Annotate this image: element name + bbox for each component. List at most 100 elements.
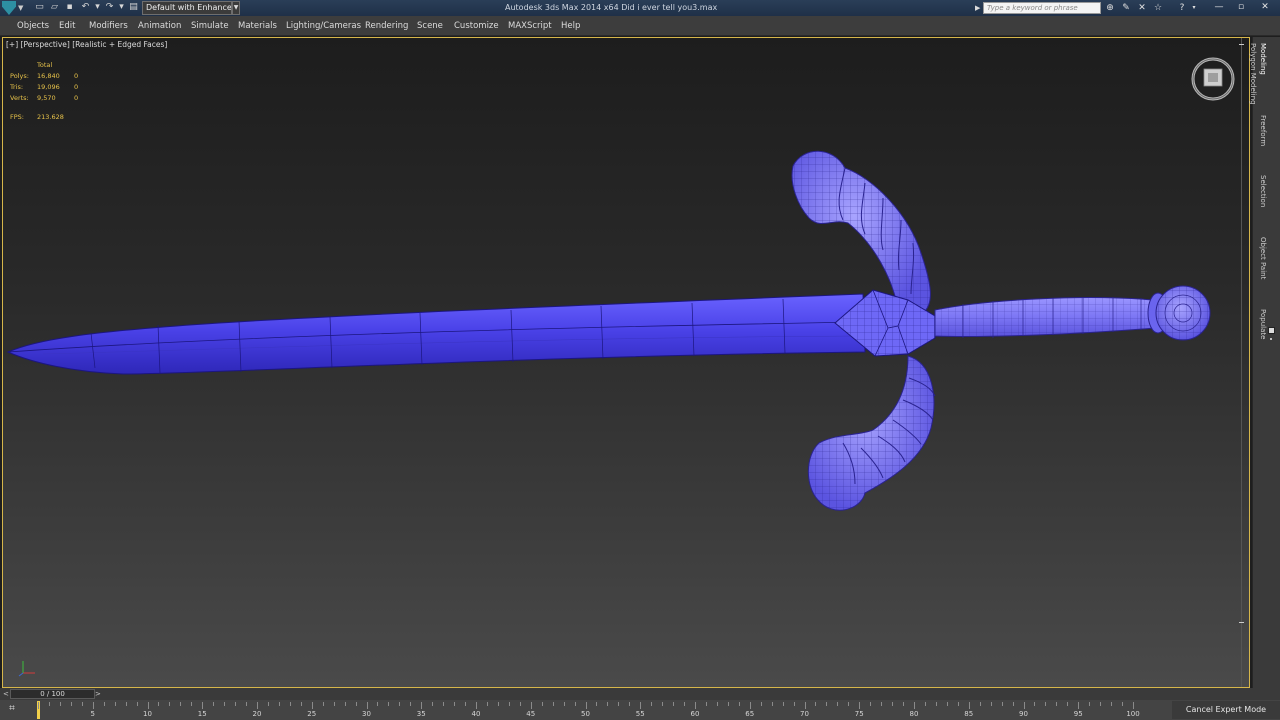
tools-icon[interactable]: ✎ [1120, 2, 1132, 14]
stats-label-tris: Tris: [10, 83, 24, 91]
subscription-icon[interactable]: ✕ [1136, 2, 1148, 14]
ruler-tick [519, 702, 521, 706]
ruler-tick [213, 702, 215, 706]
undo-icon[interactable]: ↶ [80, 2, 91, 13]
minimize-icon[interactable]: — [1208, 0, 1230, 16]
axis-gizmo-icon [18, 661, 35, 677]
search-input[interactable]: Type a keyword or phrase [983, 2, 1101, 14]
menu-edit[interactable]: Edit [59, 16, 75, 36]
maximize-icon[interactable]: ▫ [1230, 0, 1252, 16]
ruler-tick [979, 702, 981, 706]
time-slider[interactable]: 0 / 100 [10, 689, 95, 699]
viewport-shading-menu[interactable]: [Realistic + Edged Faces] [72, 40, 167, 49]
ruler-tick [508, 702, 510, 706]
viewport-general-menu[interactable]: [+] [6, 40, 18, 49]
app-menu-arrow-icon[interactable]: ▼ [18, 1, 27, 15]
ruler-tick [946, 702, 948, 706]
ruler-tick [924, 702, 926, 706]
redo-icon[interactable]: ↷ [104, 2, 115, 13]
menu-help[interactable]: Help [561, 16, 580, 36]
menu-lighting-cameras[interactable]: Lighting/Cameras [286, 16, 361, 36]
ruler-tick [355, 702, 357, 706]
ruler-tick [1001, 702, 1003, 706]
ruler-tick [1045, 702, 1047, 706]
binoculars-icon[interactable]: ⊕ [1104, 2, 1116, 14]
ribbon-pin-icon[interactable] [1268, 327, 1275, 334]
chevron-down-icon[interactable]: ▼ [232, 1, 240, 15]
open-file-icon[interactable]: ▱ [49, 2, 60, 13]
ruler-tick [640, 702, 642, 709]
ruler-tick [202, 702, 204, 709]
ruler-tick [552, 702, 554, 706]
tab-object-paint[interactable]: Object Paint [1255, 237, 1279, 287]
menu-maxscript[interactable]: MAXScript [508, 16, 552, 36]
redo-dropdown-icon[interactable]: ▾ [116, 2, 127, 13]
ruler-tick [935, 702, 937, 706]
menu-materials[interactable]: Materials [238, 16, 277, 36]
stats-value-polys: 16,840 [37, 72, 60, 80]
ruler-tick [38, 702, 39, 709]
viewcube-icon[interactable] [1190, 56, 1236, 102]
help-icon[interactable]: ? [1176, 2, 1188, 14]
ruler-tick [1133, 702, 1134, 709]
menu-animation[interactable]: Animation [138, 16, 181, 36]
menu-customize[interactable]: Customize [454, 16, 499, 36]
ruler-tick [793, 702, 795, 706]
ruler-tick [530, 702, 532, 709]
menu-modifiers[interactable]: Modifiers [89, 16, 128, 36]
app-logo-icon[interactable] [2, 1, 16, 15]
cancel-expert-mode-button[interactable]: Cancel Expert Mode [1172, 701, 1280, 719]
ruler-label: 45 [526, 710, 536, 718]
sword-model[interactable] [3, 38, 1250, 688]
ruler-tick [421, 702, 423, 709]
ruler-tick [169, 702, 171, 706]
time-next-icon[interactable]: > [95, 689, 103, 699]
ruler-tick [235, 702, 237, 706]
close-icon[interactable]: ✕ [1254, 0, 1276, 16]
menu-simulate[interactable]: Simulate [191, 16, 229, 36]
ruler-tick [574, 702, 576, 706]
tab-selection[interactable]: Selection [1255, 175, 1279, 215]
ruler-label: 65 [745, 710, 755, 718]
blade [6, 293, 866, 375]
new-file-icon[interactable]: ▭ [34, 2, 45, 13]
ruler-label: 10 [143, 710, 152, 718]
undo-dropdown-icon[interactable]: ▾ [92, 2, 103, 13]
ruler-label: 60 [690, 710, 700, 718]
perspective-viewport[interactable]: [+] [Perspective] [Realistic + Edged Fac… [2, 37, 1250, 688]
ruler-tick [629, 702, 631, 706]
viewport-point-of-view-menu[interactable]: [Perspective] [21, 40, 70, 49]
workspace-dropdown[interactable]: Default with Enhance [142, 1, 232, 15]
search-arrow-icon[interactable]: ▶ [975, 1, 983, 15]
ruler-tick [377, 702, 379, 706]
project-folder-icon[interactable]: ▤ [128, 2, 139, 13]
ruler-tick [432, 702, 434, 706]
ruler-tick [771, 702, 773, 706]
ruler-tick [454, 702, 456, 706]
time-slider-bar: < 0 / 100 > [0, 688, 1280, 700]
ruler-label: 100 [1126, 710, 1140, 718]
menu-scene[interactable]: Scene [417, 16, 443, 36]
ruler-tick [705, 702, 707, 706]
ruler-tick [125, 702, 127, 706]
ruler-tick [103, 702, 105, 706]
tab-freeform[interactable]: Freeform [1255, 115, 1279, 155]
help-dropdown-icon[interactable]: ▾ [1188, 2, 1200, 14]
ruler-label: 75 [854, 710, 864, 718]
tab-populate[interactable]: Populate [1255, 309, 1279, 349]
ruler-tick [1100, 702, 1102, 706]
ruler-tick [180, 702, 182, 706]
ruler-tick [224, 702, 226, 706]
track-ruler[interactable]: 5 10 15 20 25 30 35 40 45 50 55 60 65 70 75 80 85 90 95 100 [35, 700, 1175, 720]
menu-objects[interactable]: Objects [17, 16, 49, 36]
tab-polygon-modeling[interactable]: Polygon Modeling [1249, 43, 1279, 113]
mini-curve-editor-icon[interactable]: ⌗ [5, 703, 19, 715]
stats-selected-polys: 0 [74, 72, 79, 80]
star-icon[interactable]: ☆ [1152, 2, 1164, 14]
ruler-label: 35 [416, 710, 426, 718]
save-icon[interactable]: ▪ [64, 2, 75, 13]
ruler-tick [322, 702, 324, 706]
pommel [1147, 285, 1211, 341]
ruler-tick [278, 702, 280, 706]
menu-rendering[interactable]: Rendering [365, 16, 408, 36]
